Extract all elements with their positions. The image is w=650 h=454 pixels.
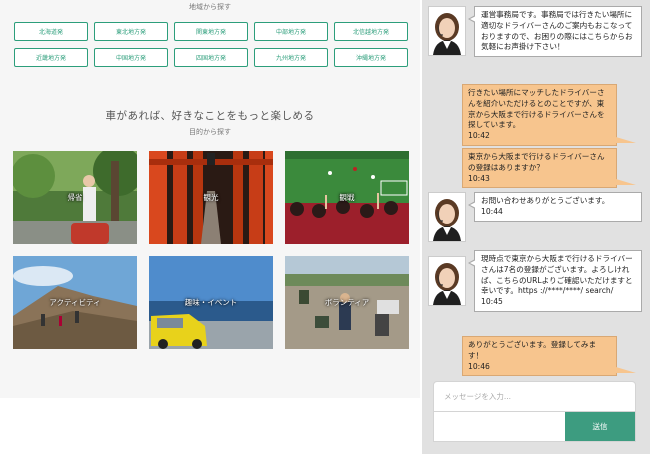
purpose-tile-label: 観光 xyxy=(203,193,219,202)
chat-message-bot: お問い合わせありがとうございます。 10:44 xyxy=(468,192,642,222)
message-text: 運営事務局です。事務局では行きたい場所に適切なドライバーさんのご案内もおこなって… xyxy=(481,10,633,52)
message-time: 10:42 xyxy=(468,131,490,141)
purpose-tile-label: 帰省 xyxy=(67,193,83,202)
send-button[interactable]: 送信 xyxy=(565,412,635,441)
purpose-tile-label: 趣味・イベント xyxy=(184,298,238,307)
operator-avatar-icon xyxy=(429,7,465,55)
purpose-tile-label: ボランティア xyxy=(324,298,370,307)
chat-message-bot: 現時点で東京から大阪まで行けるドライバーさんは7名の登録がございます。よろしけれ… xyxy=(468,250,642,312)
message-input[interactable] xyxy=(433,381,636,412)
region-button-grid: 北海道発 東北地方発 関東地方発 中部地方発 北信越地方発 近畿地方発 中国地方… xyxy=(14,22,410,67)
message-time: 10:45 xyxy=(481,297,503,307)
message-text: お問い合わせありがとうございます。 xyxy=(481,196,610,205)
region-button-hokushinetsu[interactable]: 北信越地方発 xyxy=(334,22,408,41)
region-button-tohoku[interactable]: 東北地方発 xyxy=(94,22,168,41)
message-time: 10:46 xyxy=(468,361,490,371)
region-button-kinki[interactable]: 近畿地方発 xyxy=(14,48,88,67)
purpose-tile-grid: 帰省 観光 観戦 アクティビティ 趣味・イベント ボランティア xyxy=(13,151,409,349)
region-section-label: 地域から探す xyxy=(189,3,231,11)
chat-message-user: ありがとうございます。登録してみます！ 10:46 xyxy=(462,336,636,377)
chat-message-bot: 運営事務局です。事務局では行きたい場所に適切なドライバーさんのご案内もおこなって… xyxy=(468,6,642,58)
chat-message-user: 東京から大阪まで行けるドライバーさんの登録はありますか？ 10:43 xyxy=(462,148,636,189)
send-row: 送信 xyxy=(433,412,636,442)
message-text: 現時点で東京から大阪まで行けるドライバーさんは7名の登録がございます。よろしけれ… xyxy=(481,254,633,296)
search-page: 地域から探す 北海道発 東北地方発 関東地方発 中部地方発 北信越地方発 近畿地… xyxy=(0,0,420,398)
purpose-tile-activity[interactable]: アクティビティ xyxy=(13,256,137,349)
purpose-tile-label: 観戦 xyxy=(339,193,355,202)
operator-avatar xyxy=(428,256,466,306)
region-button-shikoku[interactable]: 四国地方発 xyxy=(174,48,248,67)
message-text: 行きたい場所にマッチしたドライバーさんを紹介いただけるとのことですが、東京から大… xyxy=(468,88,605,130)
region-button-chugoku[interactable]: 中国地方発 xyxy=(94,48,168,67)
purpose-section-label: 目的から探す xyxy=(189,128,231,136)
purpose-tile-spectating[interactable]: 観戦 xyxy=(285,151,409,244)
purpose-tile-hobby-event[interactable]: 趣味・イベント xyxy=(149,256,273,349)
message-text: 東京から大阪まで行けるドライバーさんの登録はありますか？ xyxy=(468,152,605,172)
region-button-kyushu[interactable]: 九州地方発 xyxy=(254,48,328,67)
purpose-tile-homecoming[interactable]: 帰省 xyxy=(13,151,137,244)
region-button-kanto[interactable]: 関東地方発 xyxy=(174,22,248,41)
chat-panel: 運営事務局です。事務局では行きたい場所に適切なドライバーさんのご案内もおこなって… xyxy=(422,0,650,454)
region-button-hokkaido[interactable]: 北海道発 xyxy=(14,22,88,41)
region-button-okinawa[interactable]: 沖縄地方発 xyxy=(334,48,408,67)
region-button-chubu[interactable]: 中部地方発 xyxy=(254,22,328,41)
chat-message-user: 行きたい場所にマッチしたドライバーさんを紹介いただけるとのことですが、東京から大… xyxy=(462,84,636,146)
operator-avatar-icon xyxy=(429,193,465,241)
operator-avatar-icon xyxy=(429,257,465,305)
message-time: 10:43 xyxy=(468,173,490,183)
message-text: ありがとうございます。登録してみます！ xyxy=(468,340,597,360)
purpose-tile-label: アクティビティ xyxy=(49,298,101,307)
operator-avatar xyxy=(428,6,466,56)
purpose-tile-sightseeing[interactable]: 観光 xyxy=(149,151,273,244)
purpose-section-heading: 車があれば、好きなことをもっと楽しめる xyxy=(105,110,315,122)
purpose-tile-volunteer[interactable]: ボランティア xyxy=(285,256,409,349)
message-time: 10:44 xyxy=(481,206,503,216)
operator-avatar xyxy=(428,192,466,242)
